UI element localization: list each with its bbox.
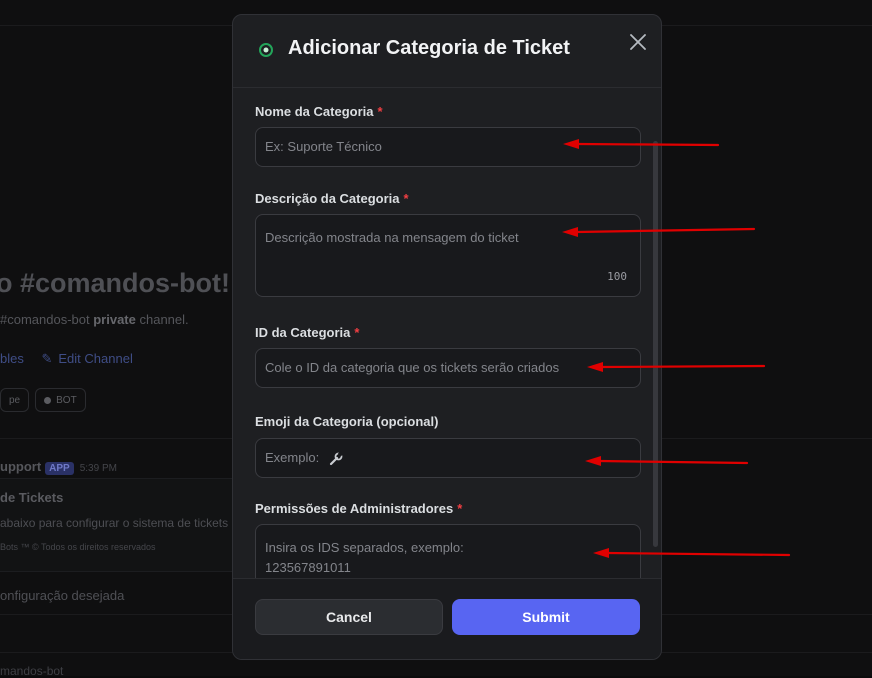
bot-dot-icon [44, 396, 52, 404]
required-marker: * [377, 104, 383, 119]
add-category-modal: Adicionar Categoria de Ticket Nome da Ca… [232, 14, 662, 660]
descricao-placeholder: Descrição mostrada na mensagem do ticket [265, 230, 519, 245]
permissoes-textarea[interactable]: Insira os IDS separados, exemplo: 123567… [255, 524, 641, 582]
channel-description: #comandos-bot private channel. [0, 312, 189, 327]
modal-header: Adicionar Categoria de Ticket [233, 15, 661, 88]
id-label-text: ID da Categoria [255, 325, 351, 340]
required-marker: * [403, 191, 409, 206]
channel-sub-suffix: channel. [135, 312, 189, 327]
required-marker: * [457, 501, 463, 516]
id-label: ID da Categoria * [255, 325, 359, 340]
channel-sub-prefix: #comandos-bot [0, 312, 94, 327]
wrench-icon [329, 451, 343, 465]
emoji-input[interactable]: Exemplo: [255, 438, 641, 478]
embed-description: abaixo para configurar o sistema de tick… [0, 516, 229, 530]
descricao-textarea[interactable]: Descrição mostrada na mensagem do ticket… [255, 214, 641, 297]
modal-footer: Cancel Submit [233, 578, 661, 659]
emoji-placeholder: Exemplo: [265, 450, 320, 465]
emoji-label-text: Emoji da Categoria (opcional) [255, 414, 439, 429]
descricao-label-text: Descrição da Categoria [255, 191, 400, 206]
required-marker: * [354, 325, 360, 340]
chip-bot-label: BOT [56, 394, 77, 406]
channel-links: bles ✎ Edit Channel [0, 351, 133, 367]
channel-welcome-heading: o #comandos-bot! [0, 268, 230, 298]
close-icon[interactable] [627, 31, 649, 53]
nome-label-text: Nome da Categoria [255, 104, 374, 119]
id-input[interactable]: Cole o ID da categoria que os tickets se… [255, 348, 641, 388]
embed-footer: Bots ™ © Todos os direitos reservados [0, 542, 156, 552]
submit-button[interactable]: Submit [452, 599, 640, 635]
permissoes-placeholder-line2: 123567891011 [265, 560, 351, 575]
nome-placeholder: Ex: Suporte Técnico [265, 139, 382, 154]
chip-bot[interactable]: BOT [35, 388, 86, 412]
message-time: 5:39 PM [79, 463, 117, 474]
chip-type-label: pe [9, 394, 21, 406]
descricao-label: Descrição da Categoria * [255, 191, 409, 206]
modal-form: Nome da Categoria * Ex: Suporte Técnico D… [233, 88, 661, 582]
embed-title: de Tickets [0, 490, 64, 505]
permissoes-label: Permissões de Administradores * [255, 501, 462, 516]
chip-type[interactable]: pe [0, 388, 30, 412]
edit-channel-link[interactable]: Edit Channel [58, 351, 132, 366]
id-placeholder: Cole o ID da categoria que os tickets se… [265, 360, 560, 375]
char-counter: 100 [607, 270, 627, 283]
message-author[interactable]: upport [0, 459, 41, 474]
nome-label: Nome da Categoria * [255, 104, 383, 119]
nome-input[interactable]: Ex: Suporte Técnico [255, 127, 641, 167]
permissoes-placeholder-line1: Insira os IDS separados, exemplo: [265, 540, 464, 555]
modal-scrollbar[interactable] [653, 141, 658, 547]
permissoes-label-text: Permissões de Administradores [255, 501, 454, 516]
message-header: upport APP 5:39 PM [0, 459, 117, 475]
config-select[interactable]: onfiguração desejada [0, 588, 124, 603]
pencil-icon: ✎ [41, 351, 53, 366]
modal-title: Adicionar Categoria de Ticket [288, 37, 570, 59]
header-app-icon [259, 43, 273, 57]
channel-chips: pe BOT [0, 388, 86, 412]
app-tag: APP [45, 462, 74, 475]
roles-link[interactable]: bles [0, 351, 24, 366]
emoji-label: Emoji da Categoria (opcional) [255, 414, 438, 429]
channel-sub-bold: private [93, 312, 136, 327]
cancel-button[interactable]: Cancel [255, 599, 443, 635]
